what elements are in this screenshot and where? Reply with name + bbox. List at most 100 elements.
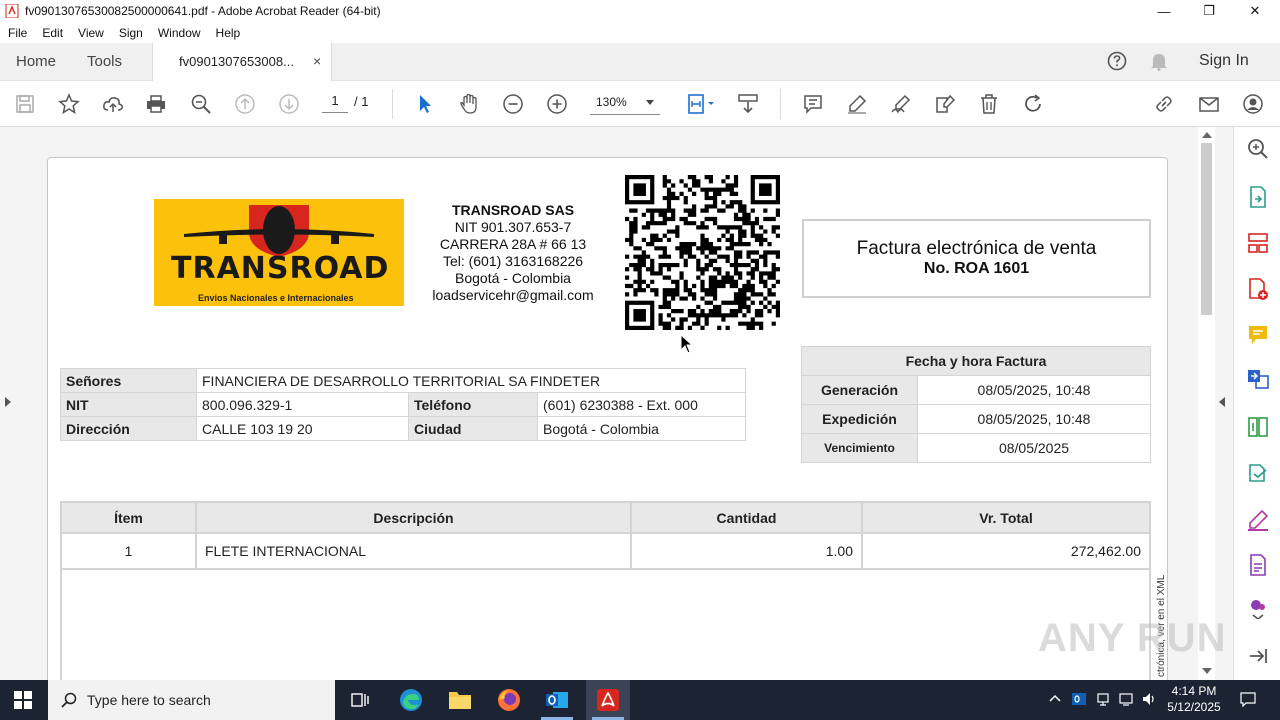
- more-tools-icon[interactable]: [1246, 595, 1270, 621]
- notifications-bell-icon[interactable]: [1150, 51, 1168, 71]
- generacion-value: 08/05/2025, 10:48: [917, 375, 1151, 405]
- expand-right-icon: [5, 397, 11, 407]
- taskbar-clock[interactable]: 4:14 PM 5/12/2025: [1162, 683, 1226, 715]
- menu-sign[interactable]: Sign: [119, 26, 143, 40]
- toolbar-divider: [780, 89, 781, 119]
- scroll-down-icon[interactable]: [1202, 668, 1212, 674]
- task-view-icon[interactable]: [346, 686, 374, 714]
- table-row: Señores FINANCIERA DE DESARROLLO TERRITO…: [60, 368, 746, 393]
- tab-close-icon[interactable]: ×: [313, 53, 321, 69]
- fill-sign-icon[interactable]: [1246, 508, 1270, 532]
- chevron-down-icon: [646, 100, 654, 105]
- scroll-up-icon[interactable]: [1202, 132, 1212, 138]
- menu-edit[interactable]: Edit: [42, 26, 63, 40]
- organize-pages-icon[interactable]: [1246, 231, 1270, 255]
- vertical-scrollbar[interactable]: [1198, 127, 1215, 680]
- row-cantidad: 1.00: [630, 532, 863, 570]
- menu-view[interactable]: View: [78, 26, 104, 40]
- tab-tools[interactable]: Tools: [87, 53, 122, 70]
- tab-document[interactable]: fv0901307653008... ×: [152, 43, 332, 81]
- menu-help[interactable]: Help: [216, 26, 241, 40]
- email-envelope-icon[interactable]: [1196, 91, 1222, 117]
- zoom-in-icon[interactable]: [544, 91, 570, 117]
- airplane-shield-icon: [184, 205, 374, 257]
- windows-start-icon[interactable]: [14, 691, 32, 709]
- help-icon[interactable]: [1107, 51, 1127, 71]
- combine-files-icon[interactable]: [1246, 367, 1270, 391]
- maximize-button[interactable]: ❐: [1186, 0, 1232, 22]
- document-viewport[interactable]: TRANSROAD Envios Nacionales e Internacio…: [0, 127, 1234, 717]
- items-table: Ítem Descripción Cantidad Vr. Total 1 FL…: [60, 501, 1151, 570]
- dates-header: Fecha y hora Factura: [801, 346, 1151, 376]
- network-share-icon[interactable]: [1096, 691, 1112, 707]
- senores-label: Señores: [60, 368, 197, 393]
- notification-center-icon[interactable]: [1240, 691, 1256, 707]
- table-row: Dirección CALLE 103 19 20 Ciudad Bogotá …: [60, 416, 746, 441]
- table-row: Expedición 08/05/2025, 10:48: [801, 404, 1151, 434]
- hand-tool-icon[interactable]: [456, 91, 482, 117]
- acrobat-reader-taskbar-icon[interactable]: [586, 680, 630, 720]
- compress-pdf-icon[interactable]: [1246, 415, 1270, 439]
- highlight-pen-icon[interactable]: [844, 91, 870, 117]
- collapse-right-panel-icon[interactable]: [1219, 397, 1225, 407]
- windows-taskbar: Type here to search 4:14 PM 5/12/2025: [0, 680, 1280, 720]
- file-explorer-icon[interactable]: [446, 686, 474, 714]
- create-pdf-icon[interactable]: [1246, 277, 1270, 301]
- show-hidden-icons-chevron-icon[interactable]: [1047, 691, 1063, 707]
- close-window-button[interactable]: ✕: [1232, 0, 1278, 22]
- expedicion-value: 08/05/2025, 10:48: [917, 404, 1151, 434]
- upload-cloud-icon[interactable]: [100, 91, 126, 117]
- menu-window[interactable]: Window: [158, 26, 201, 40]
- table-row: 1 FLETE INTERNACIONAL 1.00 272,462.00: [60, 532, 1151, 570]
- draw-freehand-icon[interactable]: [888, 91, 914, 117]
- previous-page-icon[interactable]: [232, 91, 258, 117]
- scroll-mode-icon[interactable]: [735, 91, 761, 117]
- col-cantidad: Cantidad: [630, 501, 863, 534]
- outlook-icon[interactable]: [543, 686, 571, 714]
- page-number-input[interactable]: 1: [322, 93, 348, 113]
- anyrun-watermark: ANY RUN: [1038, 616, 1227, 660]
- zoom-search-icon[interactable]: [188, 91, 214, 117]
- scroll-thumb[interactable]: [1201, 143, 1212, 315]
- delete-trash-icon[interactable]: [976, 91, 1002, 117]
- ciudad-value: Bogotá - Colombia: [537, 416, 746, 441]
- edit-fill-sign-icon[interactable]: [932, 91, 958, 117]
- network-icon[interactable]: [1119, 691, 1135, 707]
- sign-in-button[interactable]: Sign In: [1199, 52, 1249, 70]
- company-email: loadservicehr@gmail.com: [432, 287, 594, 303]
- collapse-panel-icon[interactable]: [1246, 644, 1270, 668]
- save-icon[interactable]: [12, 91, 38, 117]
- row-descripcion: FLETE INTERNACIONAL: [195, 532, 632, 570]
- search-zoom-icon[interactable]: [1246, 137, 1270, 161]
- select-cursor-icon[interactable]: [412, 91, 438, 117]
- mouse-cursor-icon: [680, 334, 694, 354]
- minimize-button[interactable]: —: [1141, 0, 1187, 22]
- zoom-level-select[interactable]: 130%: [590, 93, 660, 115]
- tab-home[interactable]: Home: [16, 53, 56, 70]
- left-panel-toggle[interactable]: [0, 127, 17, 680]
- page-fit-icon[interactable]: [684, 91, 718, 117]
- account-user-icon[interactable]: [1240, 91, 1266, 117]
- edge-browser-icon[interactable]: [397, 686, 425, 714]
- table-row: Vencimiento 08/05/2025: [801, 433, 1151, 463]
- scan-ocr-icon[interactable]: [1246, 461, 1270, 485]
- company-address: CARRERA 28A # 66 13: [439, 236, 587, 252]
- print-icon[interactable]: [143, 91, 169, 117]
- share-link-icon[interactable]: [1151, 91, 1177, 117]
- bookmark-star-icon[interactable]: [56, 91, 82, 117]
- comment-panel-icon[interactable]: [1246, 323, 1270, 347]
- rotate-icon[interactable]: [1020, 91, 1046, 117]
- outlook-tray-icon[interactable]: [1071, 691, 1087, 707]
- zoom-out-icon[interactable]: [500, 91, 526, 117]
- col-descripcion: Descripción: [195, 501, 632, 534]
- protect-document-icon[interactable]: [1246, 553, 1270, 577]
- taskbar-search-box[interactable]: Type here to search: [48, 680, 335, 720]
- menu-file[interactable]: File: [8, 26, 27, 40]
- volume-speaker-icon[interactable]: [1141, 691, 1157, 707]
- export-pdf-icon[interactable]: [1246, 185, 1270, 209]
- firefox-browser-icon[interactable]: [495, 686, 523, 714]
- comment-icon[interactable]: [800, 91, 826, 117]
- vencimiento-label: Vencimiento: [801, 433, 918, 463]
- next-page-icon[interactable]: [276, 91, 302, 117]
- invoice-title-box: Factura electrónica de venta No. ROA 160…: [802, 219, 1151, 298]
